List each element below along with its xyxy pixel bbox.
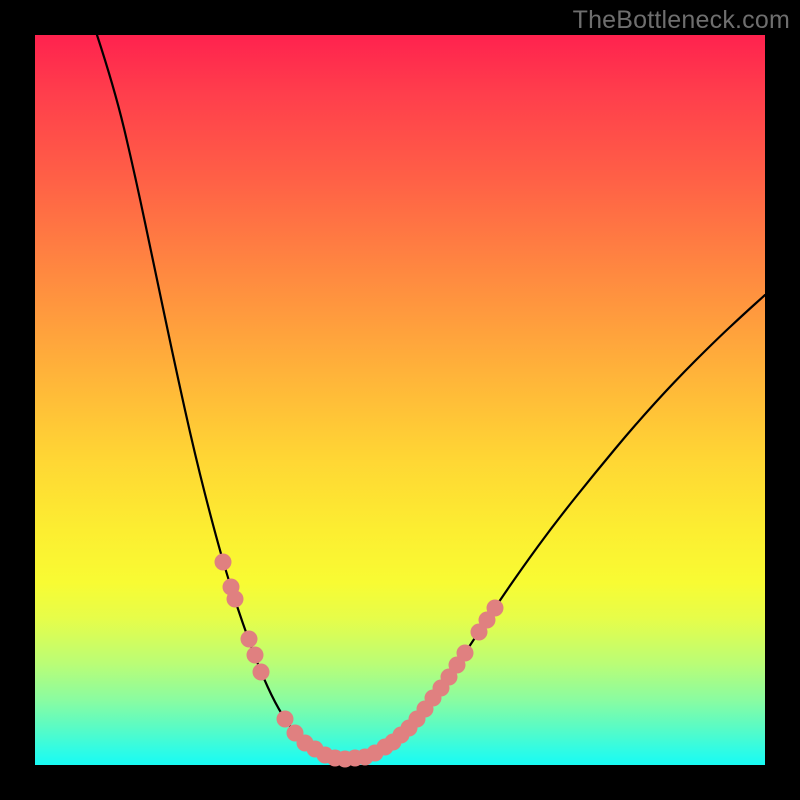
bottleneck-curve bbox=[97, 35, 765, 759]
chart-frame: TheBottleneck.com bbox=[0, 0, 800, 800]
sample-dot bbox=[277, 711, 294, 728]
watermark-label: TheBottleneck.com bbox=[573, 6, 790, 35]
plot-area bbox=[35, 35, 765, 765]
sample-dot bbox=[247, 647, 264, 664]
sample-dot bbox=[215, 554, 232, 571]
sample-dots bbox=[215, 554, 504, 768]
sample-dot bbox=[457, 645, 474, 662]
sample-dot bbox=[241, 631, 258, 648]
sample-dot bbox=[227, 591, 244, 608]
sample-dot bbox=[253, 664, 270, 681]
sample-dot bbox=[487, 600, 504, 617]
bottleneck-curve-svg bbox=[35, 35, 765, 765]
